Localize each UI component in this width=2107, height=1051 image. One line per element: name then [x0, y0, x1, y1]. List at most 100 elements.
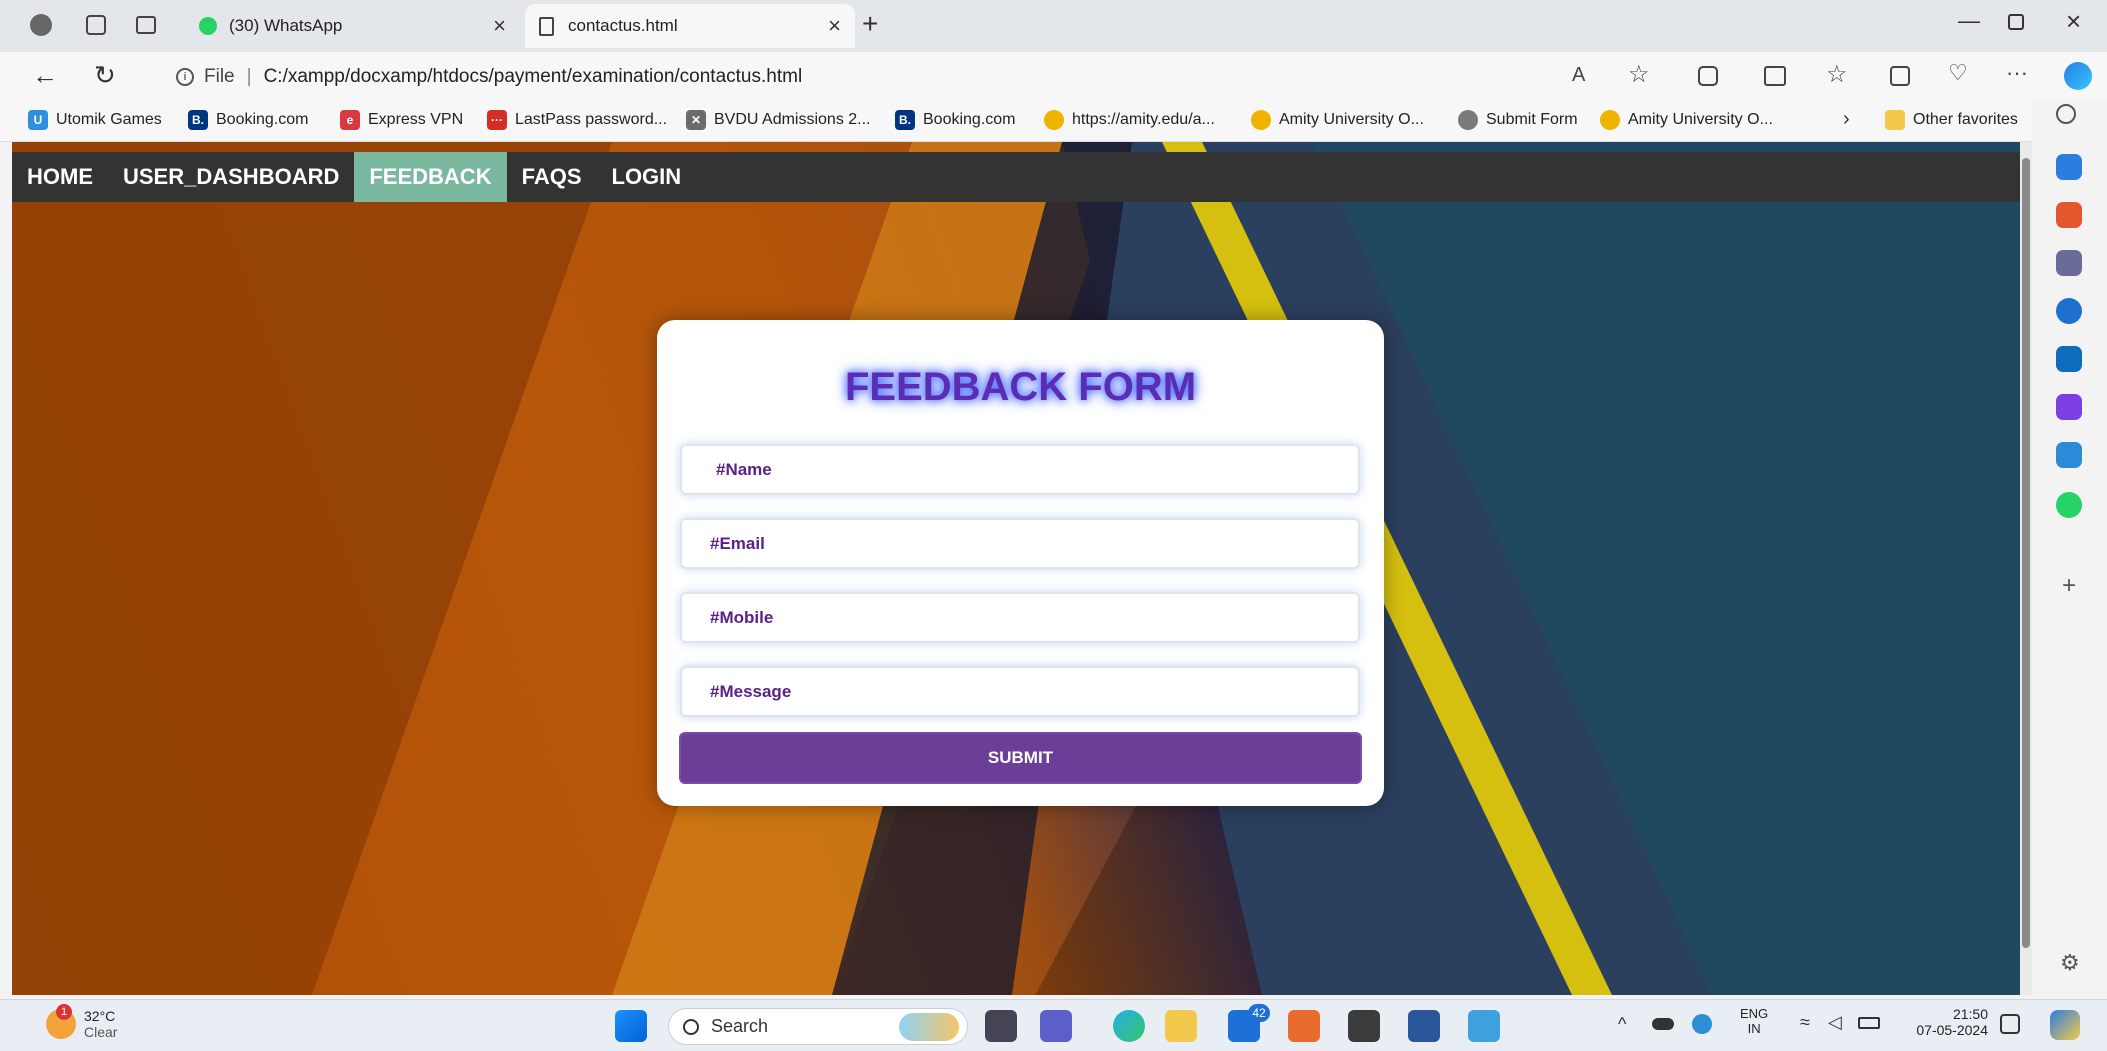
office-hub-icon[interactable] [1288, 1010, 1320, 1042]
tab-whatsapp[interactable]: (30) WhatsApp × [185, 4, 520, 48]
weather-condition: Clear [84, 1024, 118, 1040]
favorite-star-icon[interactable]: ☆ [1628, 60, 1650, 89]
amity-icon [1600, 110, 1620, 130]
clock[interactable]: 21:50 07-05-2024 [1908, 1006, 1988, 1038]
favorite-item[interactable]: Amity University O... [1600, 110, 1773, 130]
favorite-item[interactable]: B. Booking.com [895, 110, 1016, 130]
collections-icon[interactable] [86, 15, 106, 35]
mobile-field[interactable]: #Mobile [680, 592, 1360, 643]
utomik-icon: U [28, 110, 48, 130]
weather-widget[interactable]: 1 32°C Clear [46, 1004, 118, 1040]
search-icon[interactable] [2056, 104, 2076, 124]
favorite-item[interactable]: https://amity.edu/a... [1044, 110, 1215, 130]
refresh-icon[interactable]: ↻ [94, 60, 116, 91]
favorite-item[interactable]: e Express VPN [340, 110, 463, 130]
nav-feedback[interactable]: FEEDBACK [354, 152, 507, 202]
favorite-item[interactable]: Submit Form [1458, 110, 1578, 130]
url-text: C:/xampp/docxamp/htdocs/payment/examinat… [263, 66, 803, 87]
favorites-icon[interactable]: ☆ [1826, 60, 1848, 89]
profile-icon[interactable] [30, 14, 52, 36]
chevron-right-icon[interactable]: › [1843, 108, 1850, 131]
onedrive-icon[interactable] [1652, 1018, 1674, 1030]
wifi-icon[interactable]: ≈ [1800, 1012, 1810, 1033]
feedback-form-card: FEEDBACK FORM #Name #Email #Mobile #Mess… [657, 320, 1384, 806]
other-favorites[interactable]: Other favorites [1885, 110, 2018, 130]
split-screen-icon[interactable] [1764, 66, 1786, 86]
settings-icon[interactable]: ⚙ [2060, 950, 2080, 976]
address-field[interactable]: i File | C:/xampp/docxamp/htdocs/payment… [160, 58, 1670, 96]
back-icon[interactable]: ← [32, 60, 58, 91]
collections-toolbar-icon[interactable] [1890, 66, 1910, 86]
defender-icon[interactable] [1692, 1014, 1712, 1034]
info-icon: i [176, 68, 194, 86]
edge-icon[interactable] [1113, 1010, 1145, 1042]
message-field[interactable]: #Message [680, 666, 1360, 717]
folder-icon [1885, 110, 1905, 130]
close-window-button[interactable]: × [2066, 6, 2081, 37]
toolbox-icon[interactable] [2056, 202, 2082, 228]
close-tab-icon[interactable]: × [493, 13, 506, 39]
copilot-taskbar-icon[interactable] [2050, 1010, 2080, 1040]
nav-home[interactable]: HOME [12, 152, 108, 202]
tray-chevron-icon[interactable]: ^ [1618, 1014, 1626, 1035]
battery-icon[interactable] [1858, 1017, 1880, 1029]
nav-login[interactable]: LOGIN [597, 152, 697, 202]
shopping-tag-icon[interactable] [2056, 154, 2082, 180]
amity-icon [1044, 110, 1064, 130]
favorite-item[interactable]: ··· LastPass password... [487, 110, 667, 130]
outlook-icon[interactable] [2056, 346, 2082, 372]
restore-button[interactable] [2008, 14, 2024, 30]
extensions-icon[interactable] [1698, 66, 1718, 86]
telegram-icon[interactable] [2056, 442, 2082, 468]
favorite-item[interactable]: U Utomik Games [28, 110, 162, 130]
teams-icon[interactable] [1040, 1010, 1072, 1042]
office-icon[interactable] [2056, 298, 2082, 324]
notification-icon[interactable] [2000, 1014, 2020, 1034]
nav-faqs[interactable]: FAQS [507, 152, 597, 202]
form-icon [1458, 110, 1478, 130]
weather-badge: 1 [56, 1004, 72, 1020]
search-placeholder: Search [711, 1016, 769, 1036]
bvdu-icon: ✕ [686, 110, 706, 130]
more-menu-icon[interactable]: ··· [2006, 60, 2028, 86]
add-sidebar-icon[interactable]: + [2062, 572, 2076, 600]
minimize-button[interactable]: — [1958, 8, 1980, 34]
games-icon[interactable] [2056, 250, 2082, 276]
tab-actions-icon[interactable] [136, 16, 156, 34]
start-icon[interactable] [615, 1010, 647, 1042]
windows-taskbar: 1 32°C Clear Search 42 ^ ENG IN ≈ ◁ 21:5… [0, 999, 2107, 1051]
nav-user-dashboard[interactable]: USER_DASHBOARD [108, 152, 354, 202]
email-field[interactable]: #Email [680, 518, 1360, 569]
search-highlight-icon [899, 1013, 959, 1041]
booking-icon: B. [895, 110, 915, 130]
terminal-icon[interactable] [1348, 1010, 1380, 1042]
close-tab-icon[interactable]: × [828, 13, 841, 39]
scrollbar-thumb[interactable] [2022, 158, 2030, 948]
read-aloud-icon[interactable]: A [1572, 64, 1585, 87]
notepad-icon[interactable] [1468, 1010, 1500, 1042]
expressvpn-icon: e [340, 110, 360, 130]
favorite-item[interactable]: ✕ BVDU Admissions 2... [686, 110, 871, 130]
word-icon[interactable] [1408, 1010, 1440, 1042]
volume-icon[interactable]: ◁ [1828, 1012, 1842, 1033]
task-view-icon[interactable] [985, 1010, 1017, 1042]
whatsapp-sidebar-icon[interactable] [2056, 492, 2082, 518]
copilot-icon[interactable] [2064, 62, 2092, 90]
lastpass-icon: ··· [487, 110, 507, 130]
new-tab-button[interactable]: + [862, 8, 878, 40]
favorite-item[interactable]: B. Booking.com [188, 110, 309, 130]
site-navbar: HOME USER_DASHBOARD FEEDBACK FAQS LOGIN [12, 152, 2020, 202]
tab-label: (30) WhatsApp [229, 16, 343, 35]
search-icon [683, 1018, 699, 1035]
tab-contactus[interactable]: contactus.html × [525, 4, 855, 48]
language-indicator[interactable]: ENG IN [1740, 1006, 1768, 1036]
file-explorer-icon[interactable] [1165, 1010, 1197, 1042]
submit-button[interactable]: SUBMIT [679, 732, 1362, 784]
name-field[interactable]: #Name [680, 444, 1360, 495]
taskbar-search[interactable]: Search [668, 1008, 968, 1045]
designer-icon[interactable] [2056, 394, 2082, 420]
weather-temp: 32°C [84, 1008, 116, 1024]
health-icon[interactable]: ♡ [1948, 60, 1968, 86]
favorite-item[interactable]: Amity University O... [1251, 110, 1424, 130]
form-title: FEEDBACK FORM [844, 365, 1197, 409]
